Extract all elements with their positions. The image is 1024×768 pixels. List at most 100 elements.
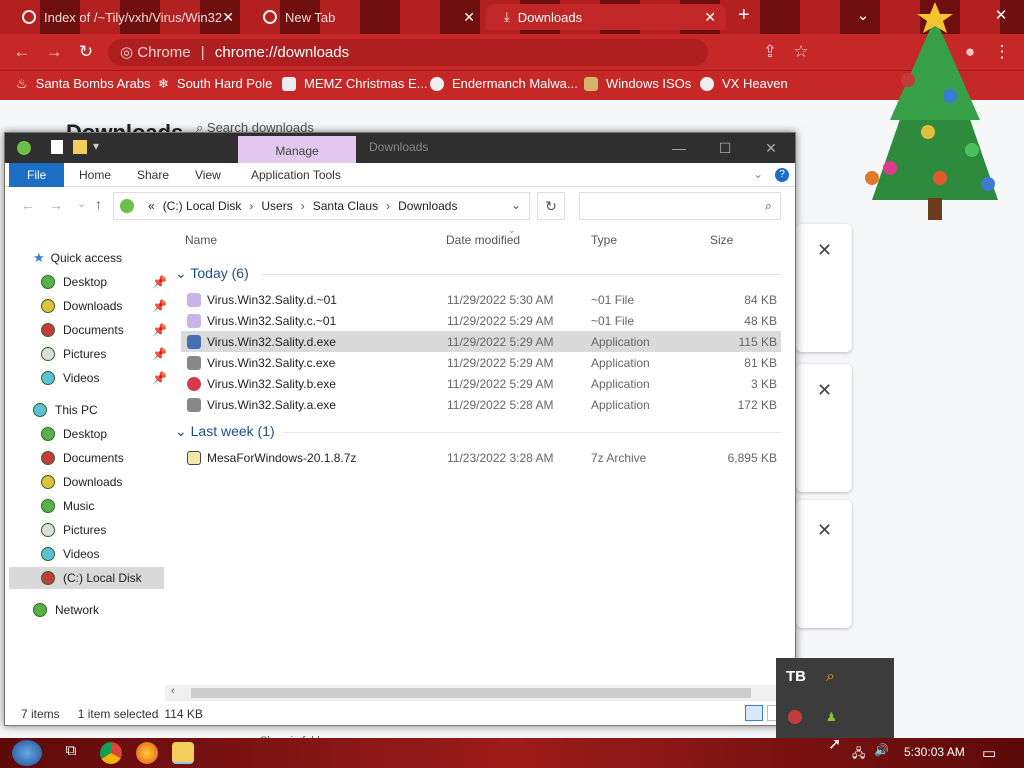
magnifier-icon[interactable]: ⌕ <box>826 668 835 686</box>
volume-icon[interactable]: 🔊 <box>874 743 889 757</box>
tab-index-virus[interactable]: Index of /~Tily/vxh/Virus/Win32 ✕ <box>4 4 244 30</box>
search-input[interactable]: ⌕ <box>579 192 781 220</box>
column-header-size[interactable]: Size <box>710 233 733 247</box>
up-icon[interactable]: ↑ <box>95 196 102 212</box>
chevron-down-icon[interactable]: ⌄ <box>511 198 521 212</box>
nav-pc-music[interactable]: Music <box>41 495 94 517</box>
nav-pc-downloads[interactable]: Downloads <box>41 471 122 493</box>
bookmark-item[interactable]: Windows ISOs <box>584 74 691 94</box>
close-icon[interactable]: ✕ <box>751 135 791 161</box>
tab-view[interactable]: View <box>185 163 231 187</box>
breadcrumb-item[interactable]: Downloads <box>398 199 457 213</box>
bookmark-item[interactable]: VX Heaven <box>700 74 788 94</box>
file-row[interactable]: MesaForWindows-20.1.8.7z 11/23/2022 3:28 … <box>181 447 781 468</box>
group-header-last-week[interactable]: ⌄ Last week (1) <box>175 423 275 440</box>
tab-share[interactable]: Share <box>127 163 179 187</box>
address-bar[interactable]: « (C:) Local Disk › Users › Santa Claus … <box>113 192 530 220</box>
close-icon[interactable]: ✕ <box>817 520 832 541</box>
chevron-down-icon[interactable]: ⌄ <box>77 197 86 210</box>
forward-icon[interactable]: → <box>42 40 66 64</box>
back-icon[interactable]: ← <box>10 40 34 64</box>
file-row[interactable]: Virus.Win32.Sality.c.~01 11/29/2022 5:29 … <box>181 310 781 331</box>
chevron-down-icon[interactable]: ▾ <box>93 139 99 153</box>
maximize-icon[interactable]: ☐ <box>705 135 745 161</box>
file-row[interactable]: Virus.Win32.Sality.a.exe 11/29/2022 5:28 … <box>181 394 781 415</box>
tray-app-icon[interactable]: TB <box>786 668 806 685</box>
bookmark-item[interactable]: Endermanch Malwa... <box>430 74 578 94</box>
chevron-right-icon[interactable]: › <box>386 199 390 213</box>
breadcrumb-overflow[interactable]: « <box>148 199 155 213</box>
file-row[interactable]: Virus.Win32.Sality.b.exe 11/29/2022 5:29 … <box>181 373 781 394</box>
pin-icon[interactable]: 📌 <box>152 347 167 361</box>
pin-icon[interactable]: 📌 <box>152 323 167 337</box>
close-icon[interactable]: ✕ <box>817 380 832 401</box>
nav-network[interactable]: Network <box>33 599 99 621</box>
scrollbar-thumb[interactable] <box>191 688 751 698</box>
tab-home[interactable]: Home <box>69 163 121 187</box>
refresh-icon[interactable]: ↻ <box>537 192 565 220</box>
chevron-down-icon[interactable]: ⌄ <box>753 167 763 181</box>
reload-icon[interactable]: ↻ <box>74 40 98 64</box>
nav-pc-pictures[interactable]: Pictures <box>41 519 106 541</box>
chevron-right-icon[interactable]: › <box>301 199 305 213</box>
breadcrumb-item[interactable]: Users <box>261 199 292 213</box>
close-icon[interactable]: ✕ <box>222 9 234 26</box>
tab-file[interactable]: File <box>9 163 64 187</box>
forward-icon[interactable]: → <box>49 197 63 213</box>
tray-app-icon[interactable]: ♟ <box>826 710 837 724</box>
file-row[interactable]: Virus.Win32.Sality.d.~01 11/29/2022 5:30 … <box>181 289 781 310</box>
properties-icon[interactable] <box>51 140 63 154</box>
nav-quick-access[interactable]: ★ Quick access <box>33 247 122 269</box>
notifications-icon[interactable]: ▭ <box>982 744 996 762</box>
omnibox[interactable]: ◎ Chrome | chrome://downloads <box>108 39 708 66</box>
column-header-type[interactable]: Type <box>591 233 617 247</box>
back-icon[interactable]: ← <box>21 197 35 213</box>
close-icon[interactable]: ✕ <box>704 9 716 26</box>
nav-pc-documents[interactable]: Documents <box>41 447 124 469</box>
group-header-today[interactable]: ⌄ Today (6) <box>175 265 249 282</box>
new-tab-icon[interactable]: + <box>738 4 750 27</box>
nav-pc-videos[interactable]: Videos <box>41 543 99 565</box>
start-button[interactable] <box>12 740 42 766</box>
nav-this-pc[interactable]: This PC <box>33 399 98 421</box>
tab-application-tools[interactable]: Application Tools <box>241 163 351 187</box>
pin-icon[interactable]: 📌 <box>152 275 167 289</box>
nav-qa-documents[interactable]: Documents <box>41 319 124 341</box>
tab-manage[interactable]: Manage <box>238 136 356 163</box>
nav-qa-downloads[interactable]: Downloads <box>41 295 122 317</box>
star-icon[interactable]: ☆ <box>789 40 813 64</box>
tab-new-tab[interactable]: New Tab ✕ <box>245 4 485 30</box>
details-view-icon[interactable] <box>745 705 763 721</box>
chevron-right-icon[interactable]: › <box>249 199 253 213</box>
scroll-left-icon[interactable]: ‹ <box>171 685 175 697</box>
nav-qa-pictures[interactable]: Pictures <box>41 343 106 365</box>
bookmark-item[interactable]: MEMZ Christmas E... <box>282 74 428 94</box>
pin-icon[interactable]: 📌 <box>152 371 167 385</box>
tab-downloads[interactable]: ⤓ Downloads ✕ <box>486 4 726 30</box>
tray-app-icon[interactable] <box>788 710 802 724</box>
file-row-selected[interactable]: Virus.Win32.Sality.d.exe 11/29/2022 5:29 … <box>181 331 781 352</box>
breadcrumb-item[interactable]: (C:) Local Disk <box>163 199 242 213</box>
bookmark-item[interactable]: ♨ Santa Bombs Arabs <box>16 74 151 94</box>
column-header-name[interactable]: Name <box>185 233 217 247</box>
firefox-taskbar-icon[interactable] <box>136 742 158 764</box>
close-icon[interactable]: ✕ <box>463 9 475 26</box>
file-row[interactable]: Virus.Win32.Sality.c.exe 11/29/2022 5:29 … <box>181 352 781 373</box>
nav-pc-desktop[interactable]: Desktop <box>41 423 107 445</box>
close-icon[interactable]: ✕ <box>817 240 832 261</box>
clock[interactable]: 5:30:03 AM <box>904 745 965 759</box>
nav-qa-desktop[interactable]: Desktop <box>41 271 107 293</box>
chrome-taskbar-icon[interactable] <box>100 742 122 764</box>
bookmark-item[interactable]: ❄ South Hard Pole <box>158 74 272 94</box>
nav-pc-local-disk[interactable]: (C:) Local Disk <box>41 567 142 589</box>
nav-qa-videos[interactable]: Videos <box>41 367 99 389</box>
breadcrumb-item[interactable]: Santa Claus <box>313 199 378 213</box>
new-folder-icon[interactable] <box>73 140 87 154</box>
task-view-icon[interactable]: ⧉ <box>60 742 82 764</box>
network-tray-icon[interactable]: 🖧 <box>852 744 865 765</box>
minimize-icon[interactable]: — <box>659 135 699 161</box>
share-icon[interactable]: ⇪ <box>758 40 782 64</box>
file-explorer-taskbar-icon[interactable] <box>172 742 194 764</box>
pin-icon[interactable]: 📌 <box>152 299 167 313</box>
help-icon[interactable]: ? <box>775 168 789 182</box>
